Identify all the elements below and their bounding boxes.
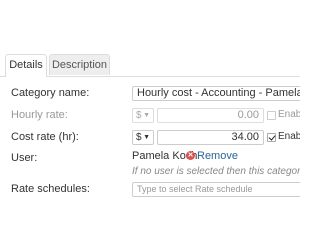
chevron-down-icon: ▼: [143, 112, 150, 119]
category-name-label: Category name:: [11, 87, 90, 99]
check-icon: [268, 133, 276, 141]
rate-schedules-label: Rate schedules:: [11, 183, 90, 195]
hourly-rate-enable-label: Enable: [278, 109, 300, 120]
cost-rate-input[interactable]: 34.00: [157, 130, 264, 145]
category-name-input[interactable]: Hourly cost - Accounting - Pamela Koch: [132, 86, 300, 101]
remove-user-link[interactable]: Remove: [197, 150, 238, 162]
remove-icon[interactable]: ✕: [186, 151, 195, 160]
cost-rate-currency-select[interactable]: $ ▼: [132, 130, 154, 145]
cost-rate-label: Cost rate (hr):: [11, 131, 79, 143]
tab-details[interactable]: Details: [5, 54, 47, 77]
hourly-rate-currency-select[interactable]: $ ▼: [132, 108, 154, 123]
hourly-rate-currency-value: $: [136, 110, 142, 121]
hourly-rate-input[interactable]: 0.00: [157, 108, 264, 123]
cost-rate-enable-label: Enable: [278, 131, 300, 142]
tab-description[interactable]: Description: [49, 54, 110, 75]
chevron-down-icon: ▼: [143, 134, 150, 141]
tab-bar: Details Description: [0, 54, 300, 77]
cost-rate-enable-checkbox[interactable]: [267, 133, 276, 142]
user-label: User:: [11, 152, 38, 164]
user-help-text: If no user is selected then this categor…: [132, 166, 300, 177]
form-canvas: Details Description Category name: Hourl…: [0, 0, 300, 250]
hourly-rate-enable-checkbox[interactable]: [267, 111, 276, 120]
hourly-rate-label: Hourly rate:: [11, 109, 68, 121]
cost-rate-currency-value: $: [136, 132, 142, 143]
rate-schedules-input[interactable]: Type to select Rate schedule: [132, 182, 300, 197]
